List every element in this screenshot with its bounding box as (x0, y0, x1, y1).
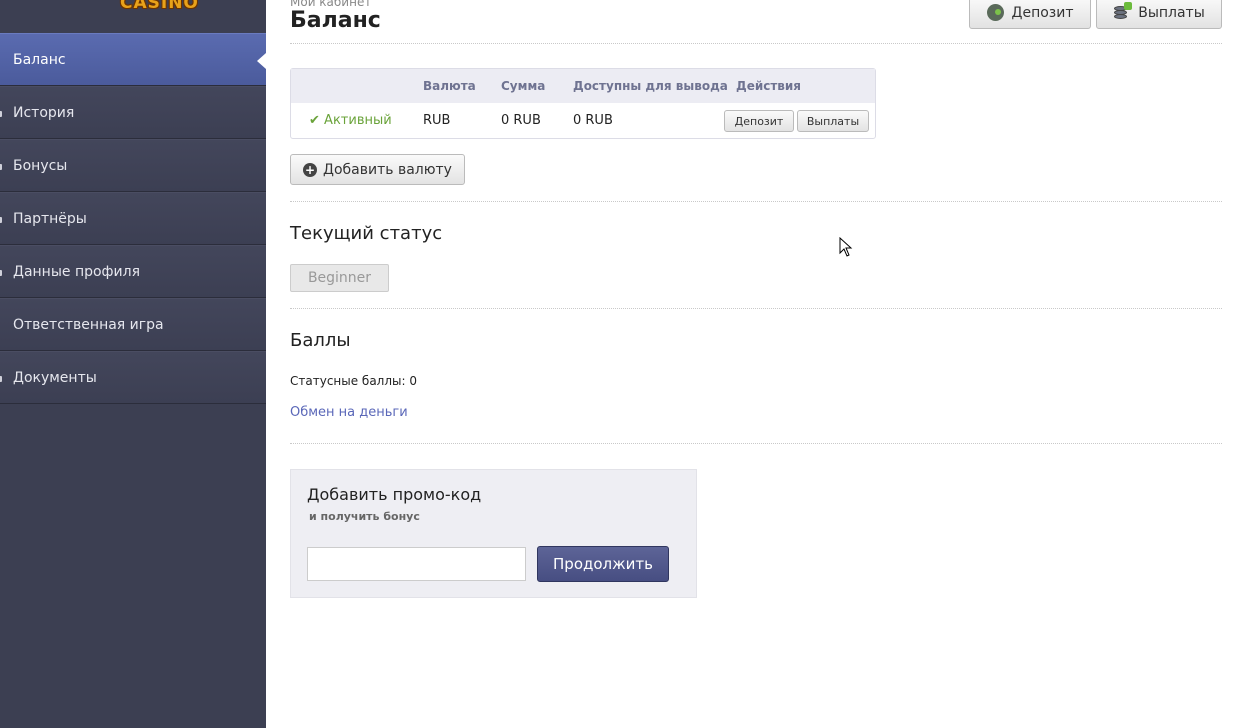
table-header: Валюта Сумма Доступны для вывода Действи… (291, 69, 875, 103)
sidebar-item-label: Бонусы (13, 157, 68, 174)
row-deposit-button[interactable]: Депозит (724, 110, 794, 132)
row-payout-button[interactable]: Выплаты (797, 110, 869, 132)
sidebar-item-history[interactable]: История (0, 86, 266, 139)
sidebar-item-responsible-gaming[interactable]: Ответственная игра (0, 298, 266, 351)
deposit-button-label: Депозит (1011, 4, 1074, 21)
plus-circle-icon: + (303, 162, 318, 177)
promo-subtitle: и получить бонус (309, 510, 420, 523)
add-currency-button[interactable]: + Добавить валюту (290, 154, 465, 185)
add-currency-label: Добавить валюту (323, 161, 452, 178)
currency-cell: RUB (423, 113, 451, 128)
coins-icon (1113, 2, 1133, 21)
table-row: ✔ Активный RUB 0 RUB 0 RUB Депозит Выпла… (291, 103, 875, 139)
sidebar-item-label: Документы (13, 369, 97, 386)
amount-cell: 0 RUB (501, 113, 541, 128)
partners-icon (0, 217, 2, 223)
sidebar-item-partners[interactable]: Партнёры (0, 192, 266, 245)
sidebar-item-bonuses[interactable]: Бонусы (0, 139, 266, 192)
points-section-title: Баллы (290, 330, 351, 351)
sidebar-item-label: История (13, 104, 75, 121)
column-header-amount: Сумма (501, 79, 546, 93)
documents-icon (0, 376, 2, 382)
promo-title: Добавить промо-код (307, 485, 482, 504)
deposit-button[interactable]: Депозит (969, 0, 1091, 29)
divider (290, 443, 1222, 444)
status-badge: Beginner (290, 264, 389, 292)
promo-code-input[interactable] (307, 547, 526, 581)
logo-text: CASINO (120, 0, 199, 13)
history-icon (0, 111, 2, 117)
divider (290, 43, 1222, 44)
sidebar-item-profile[interactable]: Данные профиля (0, 245, 266, 298)
status-points: Статусные баллы: 0 (290, 374, 417, 388)
continue-button[interactable]: Продолжить (537, 546, 669, 582)
status-text: Активный (324, 113, 392, 128)
payout-button[interactable]: Выплаты (1096, 0, 1222, 29)
divider (290, 308, 1222, 309)
payout-button-label: Выплаты (1138, 4, 1205, 21)
promo-code-box: Добавить промо-код и получить бонус Прод… (290, 469, 697, 598)
sidebar-item-label: Баланс (13, 51, 66, 68)
page-title: Баланс (290, 8, 381, 33)
sidebar-item-balance[interactable]: Баланс (0, 33, 266, 86)
bonus-icon (0, 164, 2, 170)
sidebar-nav: Баланс История Бонусы Партнёры Данные пр… (0, 33, 266, 404)
sidebar-item-label: Партнёры (13, 210, 87, 227)
deposit-icon (986, 4, 1004, 21)
profile-icon (0, 270, 2, 276)
sidebar-item-label: Ответственная игра (13, 316, 164, 333)
divider (290, 201, 1222, 202)
casino-logo[interactable]: CASINO (50, 0, 198, 26)
sidebar: CASINO Баланс История Бонусы Партнёры Да… (0, 0, 266, 728)
available-cell: 0 RUB (573, 113, 613, 128)
balance-table: Валюта Сумма Доступны для вывода Действи… (290, 68, 876, 139)
exchange-link[interactable]: Обмен на деньги (290, 405, 408, 420)
mouse-cursor-icon (839, 237, 853, 257)
status-section-title: Текущий статус (290, 223, 443, 244)
sidebar-item-documents[interactable]: Документы (0, 351, 266, 404)
column-header-actions: Действия (736, 79, 802, 93)
column-header-available: Доступны для вывода (573, 79, 728, 93)
column-header-currency: Валюта (423, 79, 476, 93)
sidebar-item-label: Данные профиля (13, 263, 140, 280)
status-cell: ✔ Активный (309, 113, 392, 128)
check-icon: ✔ (309, 113, 320, 128)
